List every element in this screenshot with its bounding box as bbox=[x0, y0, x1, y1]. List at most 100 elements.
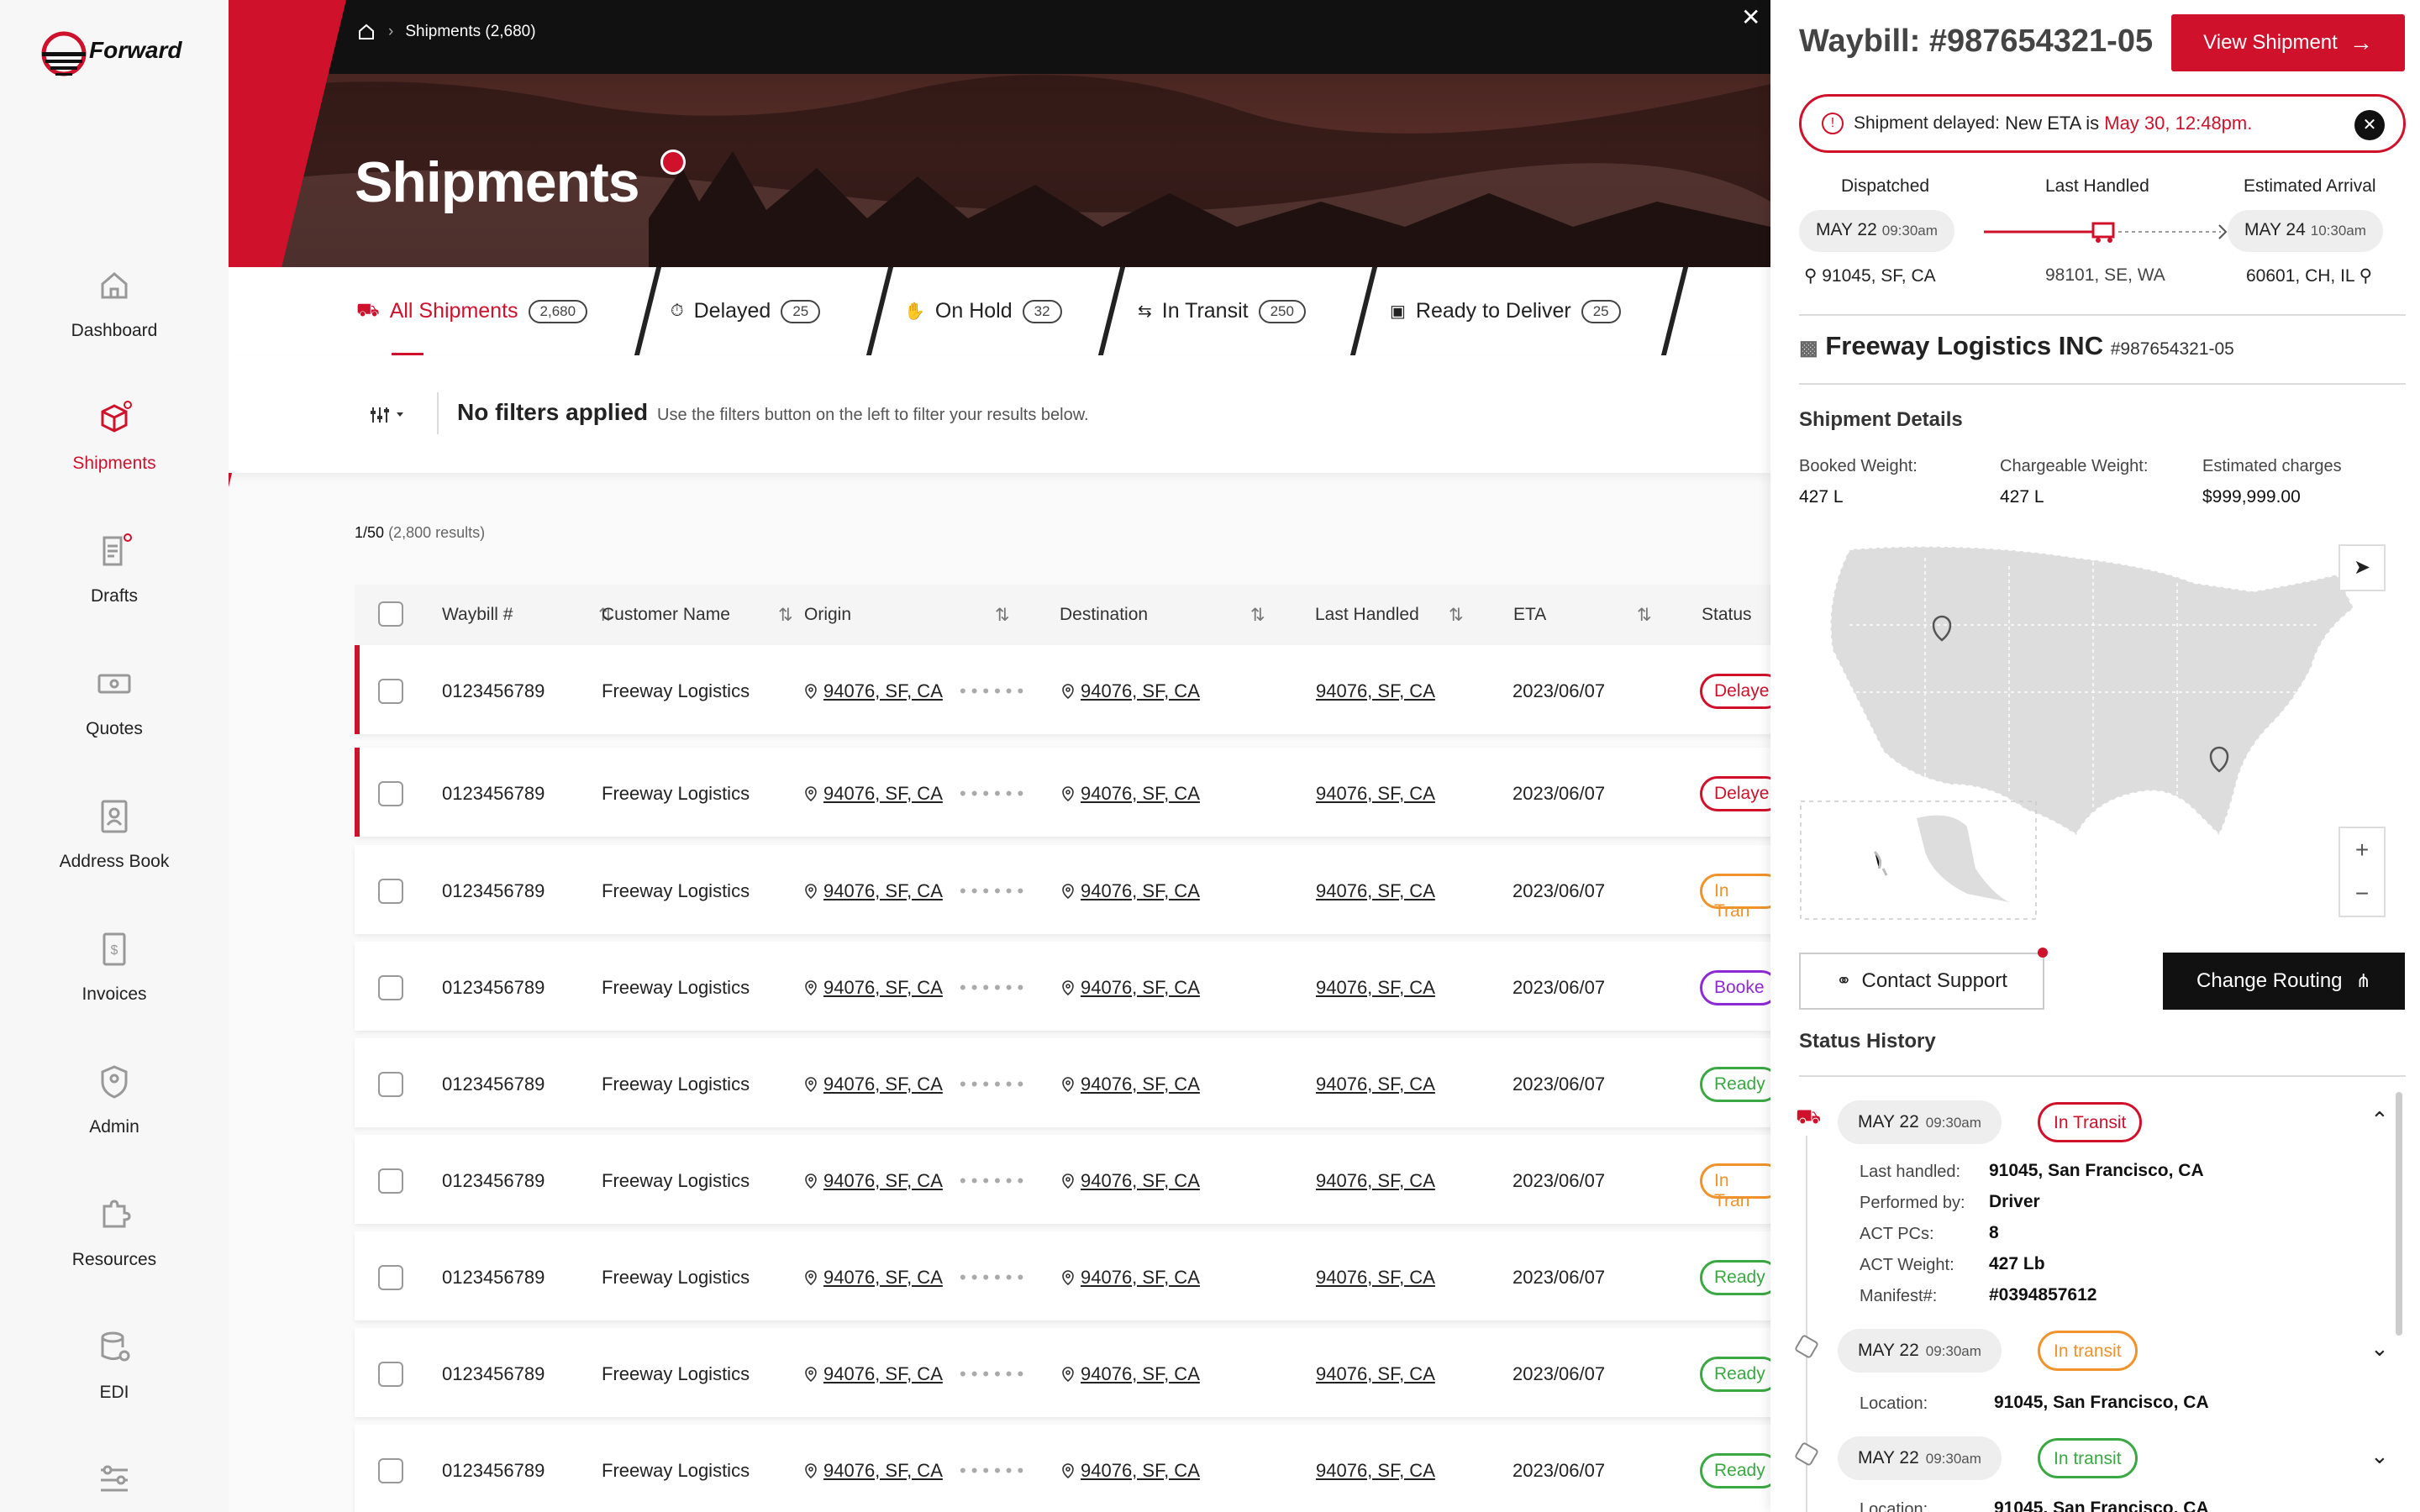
origin-cell[interactable]: 94076, SF, CA bbox=[805, 1460, 943, 1482]
change-routing-button[interactable]: Change Routing ⋔ bbox=[2163, 953, 2405, 1010]
table-row[interactable]: 0123456789 Freeway Logistics 94076, SF, CA… bbox=[355, 1135, 1770, 1224]
last-handled-link[interactable]: 94076, SF, CA bbox=[1316, 880, 1435, 902]
destination-cell[interactable]: 94076, SF, CA bbox=[1062, 1074, 1200, 1095]
destination-cell[interactable]: 94076, SF, CA bbox=[1062, 977, 1200, 999]
origin-link[interactable]: 94076, SF, CA bbox=[823, 680, 943, 701]
table-row[interactable]: 0123456789 Freeway Logistics 94076, SF, CA… bbox=[355, 942, 1770, 1031]
sidebar-item-admin[interactable]: Admin bbox=[0, 1048, 229, 1158]
select-all-checkbox[interactable] bbox=[378, 601, 403, 627]
table-row[interactable]: 0123456789 Freeway Logistics 94076, SF, CA… bbox=[355, 1328, 1770, 1417]
zoom-in-icon[interactable]: + bbox=[2340, 828, 2384, 872]
table-row[interactable]: 0123456789 Freeway Logistics 94076, SF, CA… bbox=[355, 845, 1770, 934]
destination-link[interactable]: 94076, SF, CA bbox=[1081, 1363, 1200, 1384]
col-origin[interactable]: Origin bbox=[804, 605, 851, 625]
destination-cell[interactable]: 94076, SF, CA bbox=[1062, 1267, 1200, 1289]
destination-link[interactable]: 94076, SF, CA bbox=[1081, 1460, 1200, 1481]
last-handled-link[interactable]: 94076, SF, CA bbox=[1316, 1460, 1435, 1482]
col-destination[interactable]: Destination bbox=[1060, 605, 1148, 625]
sidebar-item-invoices[interactable]: $ Invoices bbox=[0, 916, 229, 1025]
destination-link[interactable]: 94076, SF, CA bbox=[1081, 1170, 1200, 1191]
table-row[interactable]: 0123456789 Freeway Logistics 94076, SF, CA… bbox=[355, 1425, 1770, 1512]
row-checkbox[interactable] bbox=[378, 879, 403, 904]
zoom-out-icon[interactable]: − bbox=[2340, 872, 2384, 916]
home-icon[interactable] bbox=[356, 22, 376, 42]
sidebar-item-dashboard[interactable]: Dashboard bbox=[0, 252, 229, 361]
sidebar-item-address-book[interactable]: Address Book bbox=[0, 783, 229, 892]
table-row[interactable]: 0123456789 Freeway Logistics 94076, SF, CA… bbox=[355, 748, 1770, 837]
last-handled-link[interactable]: 94076, SF, CA bbox=[1316, 1363, 1435, 1385]
last-handled-link[interactable]: 94076, SF, CA bbox=[1316, 1170, 1435, 1192]
chevron-down-icon[interactable]: ⌄ bbox=[2370, 1336, 2389, 1362]
row-checkbox[interactable] bbox=[378, 975, 403, 1000]
col-customer[interactable]: Customer Name bbox=[602, 605, 730, 625]
sidebar-item-quotes[interactable]: Quotes bbox=[0, 650, 229, 759]
close-icon[interactable]: ✕ bbox=[2354, 110, 2385, 140]
tab-ready-to-deliver[interactable]: ▣ Ready to Deliver 25 bbox=[1390, 267, 1621, 355]
chevron-up-icon[interactable]: ⌃ bbox=[2370, 1107, 2389, 1133]
row-checkbox[interactable] bbox=[378, 1362, 403, 1387]
destination-cell[interactable]: 94076, SF, CA bbox=[1062, 1170, 1200, 1192]
sidebar-item-shipments[interactable]: Shipments bbox=[0, 385, 229, 494]
origin-link[interactable]: 94076, SF, CA bbox=[823, 1363, 943, 1384]
origin-link[interactable]: 94076, SF, CA bbox=[823, 880, 943, 901]
col-status[interactable]: Status bbox=[1702, 605, 1752, 625]
sort-icon[interactable]: ⇅ bbox=[1250, 605, 1265, 626]
last-handled-link[interactable]: 94076, SF, CA bbox=[1316, 783, 1435, 805]
sort-icon[interactable]: ⇅ bbox=[778, 605, 793, 626]
sidebar-item-resources[interactable]: Resources bbox=[0, 1181, 229, 1290]
sort-icon[interactable]: ⇅ bbox=[995, 605, 1010, 626]
last-handled-link[interactable]: 94076, SF, CA bbox=[1316, 1074, 1435, 1095]
forward-logo[interactable]: Forward bbox=[40, 30, 192, 84]
origin-cell[interactable]: 94076, SF, CA bbox=[805, 680, 943, 702]
last-handled-link[interactable]: 94076, SF, CA bbox=[1316, 1267, 1435, 1289]
destination-link[interactable]: 94076, SF, CA bbox=[1081, 1074, 1200, 1095]
row-checkbox[interactable] bbox=[378, 1168, 403, 1194]
col-last-handled[interactable]: Last Handled bbox=[1315, 605, 1419, 625]
chevron-down-icon[interactable]: ⌄ bbox=[2370, 1443, 2389, 1469]
origin-link[interactable]: 94076, SF, CA bbox=[823, 1074, 943, 1095]
table-row[interactable]: 0123456789 Freeway Logistics 94076, SF, CA… bbox=[355, 1038, 1770, 1127]
row-checkbox[interactable] bbox=[378, 781, 403, 806]
filter-button[interactable] bbox=[368, 402, 408, 433]
origin-cell[interactable]: 94076, SF, CA bbox=[805, 880, 943, 902]
destination-cell[interactable]: 94076, SF, CA bbox=[1062, 1363, 1200, 1385]
sidebar-item-edi[interactable]: EDI bbox=[0, 1314, 229, 1423]
origin-cell[interactable]: 94076, SF, CA bbox=[805, 1074, 943, 1095]
table-row[interactable]: 0123456789 Freeway Logistics 94076, SF, CA… bbox=[355, 645, 1770, 734]
origin-cell[interactable]: 94076, SF, CA bbox=[805, 1267, 943, 1289]
row-checkbox[interactable] bbox=[378, 679, 403, 704]
origin-cell[interactable]: 94076, SF, CA bbox=[805, 1170, 943, 1192]
origin-link[interactable]: 94076, SF, CA bbox=[823, 783, 943, 804]
origin-link[interactable]: 94076, SF, CA bbox=[823, 1267, 943, 1288]
last-handled-link[interactable]: 94076, SF, CA bbox=[1316, 977, 1435, 999]
origin-link[interactable]: 94076, SF, CA bbox=[823, 1460, 943, 1481]
close-icon[interactable]: ✕ bbox=[1741, 3, 1760, 31]
row-checkbox[interactable] bbox=[378, 1458, 403, 1483]
origin-cell[interactable]: 94076, SF, CA bbox=[805, 1363, 943, 1385]
origin-cell[interactable]: 94076, SF, CA bbox=[805, 977, 943, 999]
origin-cell[interactable]: 94076, SF, CA bbox=[805, 783, 943, 805]
sort-icon[interactable]: ⇅ bbox=[1449, 605, 1464, 626]
scrollbar[interactable] bbox=[2396, 1092, 2402, 1336]
sort-icon[interactable]: ⇅ bbox=[1637, 605, 1652, 626]
table-row[interactable]: 0123456789 Freeway Logistics 94076, SF, CA… bbox=[355, 1231, 1770, 1320]
navigate-icon[interactable]: ➤ bbox=[2338, 544, 2386, 591]
tab-delayed[interactable]: ⏱ Delayed 25 bbox=[671, 267, 821, 355]
sliders-icon[interactable] bbox=[94, 1458, 134, 1503]
destination-link[interactable]: 94076, SF, CA bbox=[1081, 783, 1200, 804]
tab-in-transit[interactable]: ⇆ In Transit 250 bbox=[1138, 267, 1306, 355]
origin-link[interactable]: 94076, SF, CA bbox=[823, 977, 943, 998]
last-handled-link[interactable]: 94076, SF, CA bbox=[1316, 680, 1435, 702]
col-waybill[interactable]: Waybill # bbox=[442, 605, 513, 625]
tab-all-shipments[interactable]: ⛟ All Shipments 2,680 bbox=[356, 267, 588, 356]
destination-cell[interactable]: 94076, SF, CA bbox=[1062, 1460, 1200, 1482]
col-eta[interactable]: ETA bbox=[1513, 605, 1546, 625]
destination-cell[interactable]: 94076, SF, CA bbox=[1062, 880, 1200, 902]
row-checkbox[interactable] bbox=[378, 1072, 403, 1097]
destination-link[interactable]: 94076, SF, CA bbox=[1081, 1267, 1200, 1288]
origin-link[interactable]: 94076, SF, CA bbox=[823, 1170, 943, 1191]
row-checkbox[interactable] bbox=[378, 1265, 403, 1290]
destination-link[interactable]: 94076, SF, CA bbox=[1081, 680, 1200, 701]
destination-link[interactable]: 94076, SF, CA bbox=[1081, 880, 1200, 901]
view-shipment-button[interactable]: View Shipment → bbox=[2171, 14, 2405, 71]
